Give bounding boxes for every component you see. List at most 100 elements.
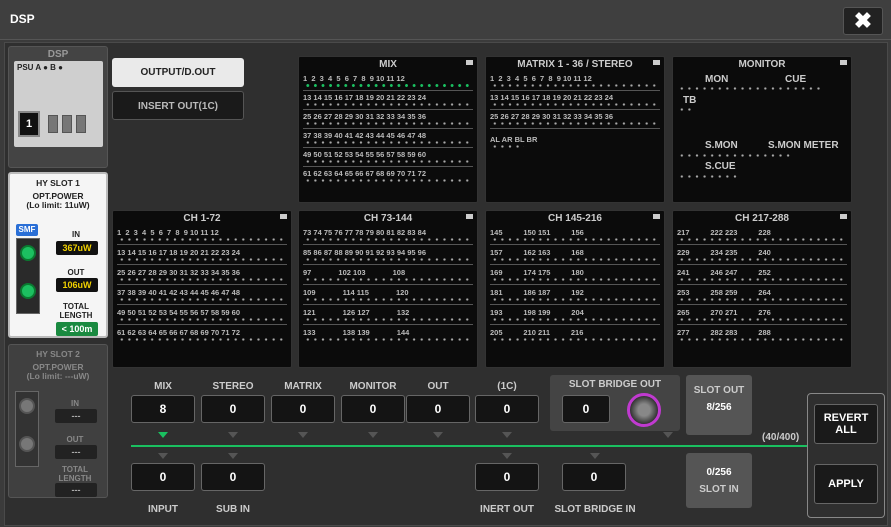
matrix-output-count[interactable]: 0 [271, 395, 335, 423]
row-label: 169 174 175 180 [490, 268, 584, 277]
row-label: 241 246 247 252 [677, 268, 771, 277]
slot-bridge-knob[interactable] [627, 393, 661, 427]
monitor-output-count[interactable]: 0 [341, 395, 405, 423]
ch-145-216-block[interactable]: CH 145-216 145 150 151 156 157 162 163 1… [485, 210, 665, 368]
slot-chip [76, 115, 86, 133]
slot-card: 1 [18, 111, 40, 137]
down-arrow-icon [663, 432, 673, 438]
action-buttons: REVERT ALL APPLY [807, 393, 885, 518]
channel-dots [678, 298, 846, 301]
channel-dots [304, 318, 472, 321]
mix-output-count[interactable]: 8 [131, 395, 195, 423]
out-port-icon [19, 436, 35, 452]
row-label: 1 2 3 4 5 6 7 8 9 10 11 12 [490, 74, 592, 83]
dsp-panel[interactable]: DSP PSU A ● B ● 1 [8, 46, 108, 168]
divider [117, 324, 287, 325]
in-label: IN [72, 230, 80, 239]
out-output-count[interactable]: 0 [406, 395, 470, 423]
total-count: (40/400) [762, 432, 800, 443]
row-label: 229 234 235 240 [677, 248, 771, 257]
channel-dots [304, 160, 472, 163]
expand-icon [840, 214, 847, 219]
slot2-power-limit: (Lo limit: ---uW) [26, 371, 90, 381]
channel-dots [491, 238, 659, 241]
close-button[interactable]: ✖ [843, 7, 883, 35]
divider [117, 264, 287, 265]
channel-dots [118, 298, 286, 301]
length-value: --- [55, 483, 97, 497]
revert-all-button[interactable]: REVERT ALL [814, 404, 878, 444]
channel-dots [678, 108, 691, 111]
divider [303, 166, 473, 167]
down-arrow-icon [228, 432, 238, 438]
ch-73-144-block[interactable]: CH 73-144 73 74 75 76 77 78 79 80 81 82 … [298, 210, 478, 368]
out-label: OUT [67, 268, 85, 277]
divider [303, 90, 473, 91]
apply-button[interactable]: APPLY [814, 464, 878, 504]
divider [303, 109, 473, 110]
expand-icon [653, 60, 660, 65]
divider [677, 264, 847, 265]
input-count[interactable]: 0 [131, 463, 195, 491]
1c-output-count[interactable]: 0 [475, 395, 539, 423]
insert-out-label: INERT OUT [480, 504, 534, 515]
tab-insert-out[interactable]: INSERT OUT(1C) [112, 91, 244, 120]
divider [303, 244, 473, 245]
ch-217-288-block[interactable]: CH 217-288 217 222 223 228 229 234 235 2… [672, 210, 852, 368]
channel-dots [678, 175, 741, 178]
row-label: 37 38 39 40 41 42 43 44 45 46 47 48 [303, 131, 427, 140]
window-title: DSP [10, 12, 35, 26]
row-label: 145 150 151 156 [490, 228, 584, 237]
slot-in-panel: 0/256 SLOT IN [686, 453, 752, 508]
row-label: 73 74 75 76 77 78 79 80 81 82 83 84 [303, 228, 427, 237]
ch-1-72-block[interactable]: CH 1-72 1 2 3 4 5 6 7 8 9 10 11 12 13 14… [112, 210, 292, 368]
mix-block[interactable]: MIX 1 2 3 4 5 6 7 8 9 10 11 12 13 14 15 … [298, 56, 478, 203]
slot-out-label: SLOT OUT [693, 385, 745, 396]
out-output-label: OUT [427, 381, 449, 392]
divider [303, 284, 473, 285]
slot-chip [48, 115, 58, 133]
sub-in-count[interactable]: 0 [201, 463, 265, 491]
in-port-icon [19, 398, 35, 414]
insert-out-count[interactable]: 0 [475, 463, 539, 491]
down-arrow-icon [298, 432, 308, 438]
row-label: 25 26 27 28 29 30 31 32 33 34 35 36 [490, 112, 614, 121]
divider [677, 324, 847, 325]
channel-dots [491, 103, 659, 106]
divider [117, 284, 287, 285]
channel-dots [678, 154, 791, 157]
block-title: CH 73-144 [363, 213, 413, 224]
hy-slot-1[interactable]: HY SLOT 1 OPT.POWER (Lo limit: 11uW) SMF… [8, 172, 108, 338]
row-label: 205 210 211 216 [490, 328, 584, 337]
block-title: CH 145-216 [548, 213, 602, 224]
slot-bridge-in-count[interactable]: 0 [562, 463, 626, 491]
channel-dots [491, 278, 659, 281]
hy-slot-2[interactable]: HY SLOT 2 OPT.POWER (Lo limit: ---uW) IN… [8, 344, 108, 498]
total-label: TOTAL [63, 302, 89, 311]
monitor-block[interactable]: MONITOR MON CUE TB S.MON S.MON METER S.C… [672, 56, 852, 203]
length-label: LENGTH [58, 474, 92, 483]
out-label: OUT [66, 435, 84, 444]
row-label: 157 162 163 168 [490, 248, 584, 257]
stereo-output-count[interactable]: 0 [201, 395, 265, 423]
row-label: 1 2 3 4 5 6 7 8 9 10 11 12 [117, 228, 219, 237]
channel-dots [304, 278, 472, 281]
tb-label: TB [683, 95, 697, 106]
monitor-output-label: MONITOR [349, 381, 397, 392]
matrix-block[interactable]: MATRIX 1 - 36 / STEREO 1 2 3 4 5 6 7 8 9… [485, 56, 665, 203]
divider [117, 244, 287, 245]
channel-dots [678, 278, 846, 281]
title-bar: DSP ✖ [0, 0, 891, 40]
expand-icon [280, 214, 287, 219]
tab-output-dout[interactable]: OUTPUT/D.OUT [112, 58, 244, 87]
slot-in-label: SLOT IN [699, 484, 739, 495]
channel-dots [118, 318, 286, 321]
in-value: 367uW [56, 241, 98, 255]
channel-dots [678, 318, 846, 321]
row-label: 181 186 187 192 [490, 288, 584, 297]
out-value: --- [55, 445, 97, 459]
slot2-title: HY SLOT 2 [36, 349, 80, 359]
channel-dots [491, 145, 524, 148]
slot-bridge-out-count[interactable]: 0 [562, 395, 610, 423]
down-arrow-icon [433, 432, 443, 438]
